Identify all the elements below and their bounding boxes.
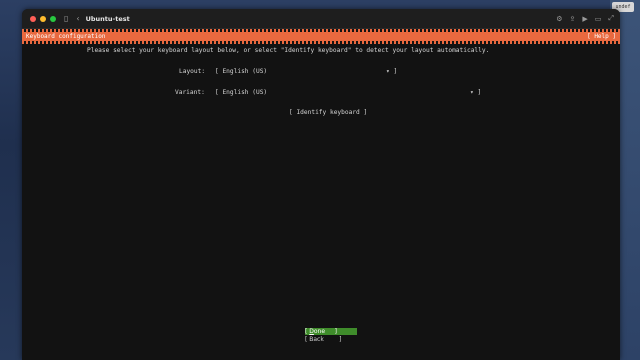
- header-dots-bottom: [22, 41, 620, 44]
- identify-keyboard-button[interactable]: [ Identify keyboard ]: [289, 109, 367, 116]
- share-icon[interactable]: ⇪: [570, 15, 576, 23]
- layout-select[interactable]: [ English (US): [215, 68, 267, 75]
- minimize-window-button[interactable]: [40, 15, 46, 22]
- back-button[interactable]: [ Back ]: [305, 336, 357, 343]
- terminal-screen: Keyboard configuration [ Help ] Please s…: [22, 29, 620, 360]
- titlebar-actions: ⚙ ⇪ ▶ ▭ ⤢: [556, 9, 614, 28]
- header-banner: Keyboard configuration [ Help ]: [22, 32, 620, 41]
- play-icon[interactable]: ▶: [582, 15, 587, 23]
- fullscreen-icon[interactable]: ⤢: [608, 14, 614, 23]
- done-button[interactable]: [ Done ]: [305, 328, 357, 335]
- traffic-lights: [30, 15, 56, 22]
- settings-icon[interactable]: ⚙: [556, 15, 562, 23]
- close-window-button[interactable]: [30, 15, 36, 22]
- done-close: ]: [325, 328, 337, 335]
- window-titlebar: ▯ ‹ Ubuntu-test ⚙ ⇪ ▶ ▭ ⤢: [22, 9, 620, 29]
- zoom-window-button[interactable]: [50, 15, 56, 22]
- variant-select[interactable]: [ English (US): [215, 89, 267, 96]
- layout-label: Layout:: [179, 68, 206, 75]
- variant-dropdown-arrow[interactable]: ▾ ]: [470, 89, 481, 96]
- variant-label: Variant:: [175, 89, 205, 96]
- done-label: one: [313, 328, 326, 335]
- instructions-text: Please select your keyboard layout below…: [87, 47, 490, 54]
- back-chevron-icon[interactable]: ‹: [76, 14, 79, 23]
- screen-icon[interactable]: ▭: [595, 15, 602, 23]
- help-button[interactable]: [ Help ]: [587, 33, 616, 40]
- layout-dropdown-arrow[interactable]: ▾ ]: [386, 68, 397, 75]
- sidebar-toggle-icon[interactable]: ▯: [64, 14, 68, 23]
- window-title: Ubuntu-test: [85, 14, 130, 23]
- page-title: Keyboard configuration: [26, 33, 106, 40]
- vm-window: ▯ ‹ Ubuntu-test ⚙ ⇪ ▶ ▭ ⤢ Keyboard confi…: [22, 9, 620, 360]
